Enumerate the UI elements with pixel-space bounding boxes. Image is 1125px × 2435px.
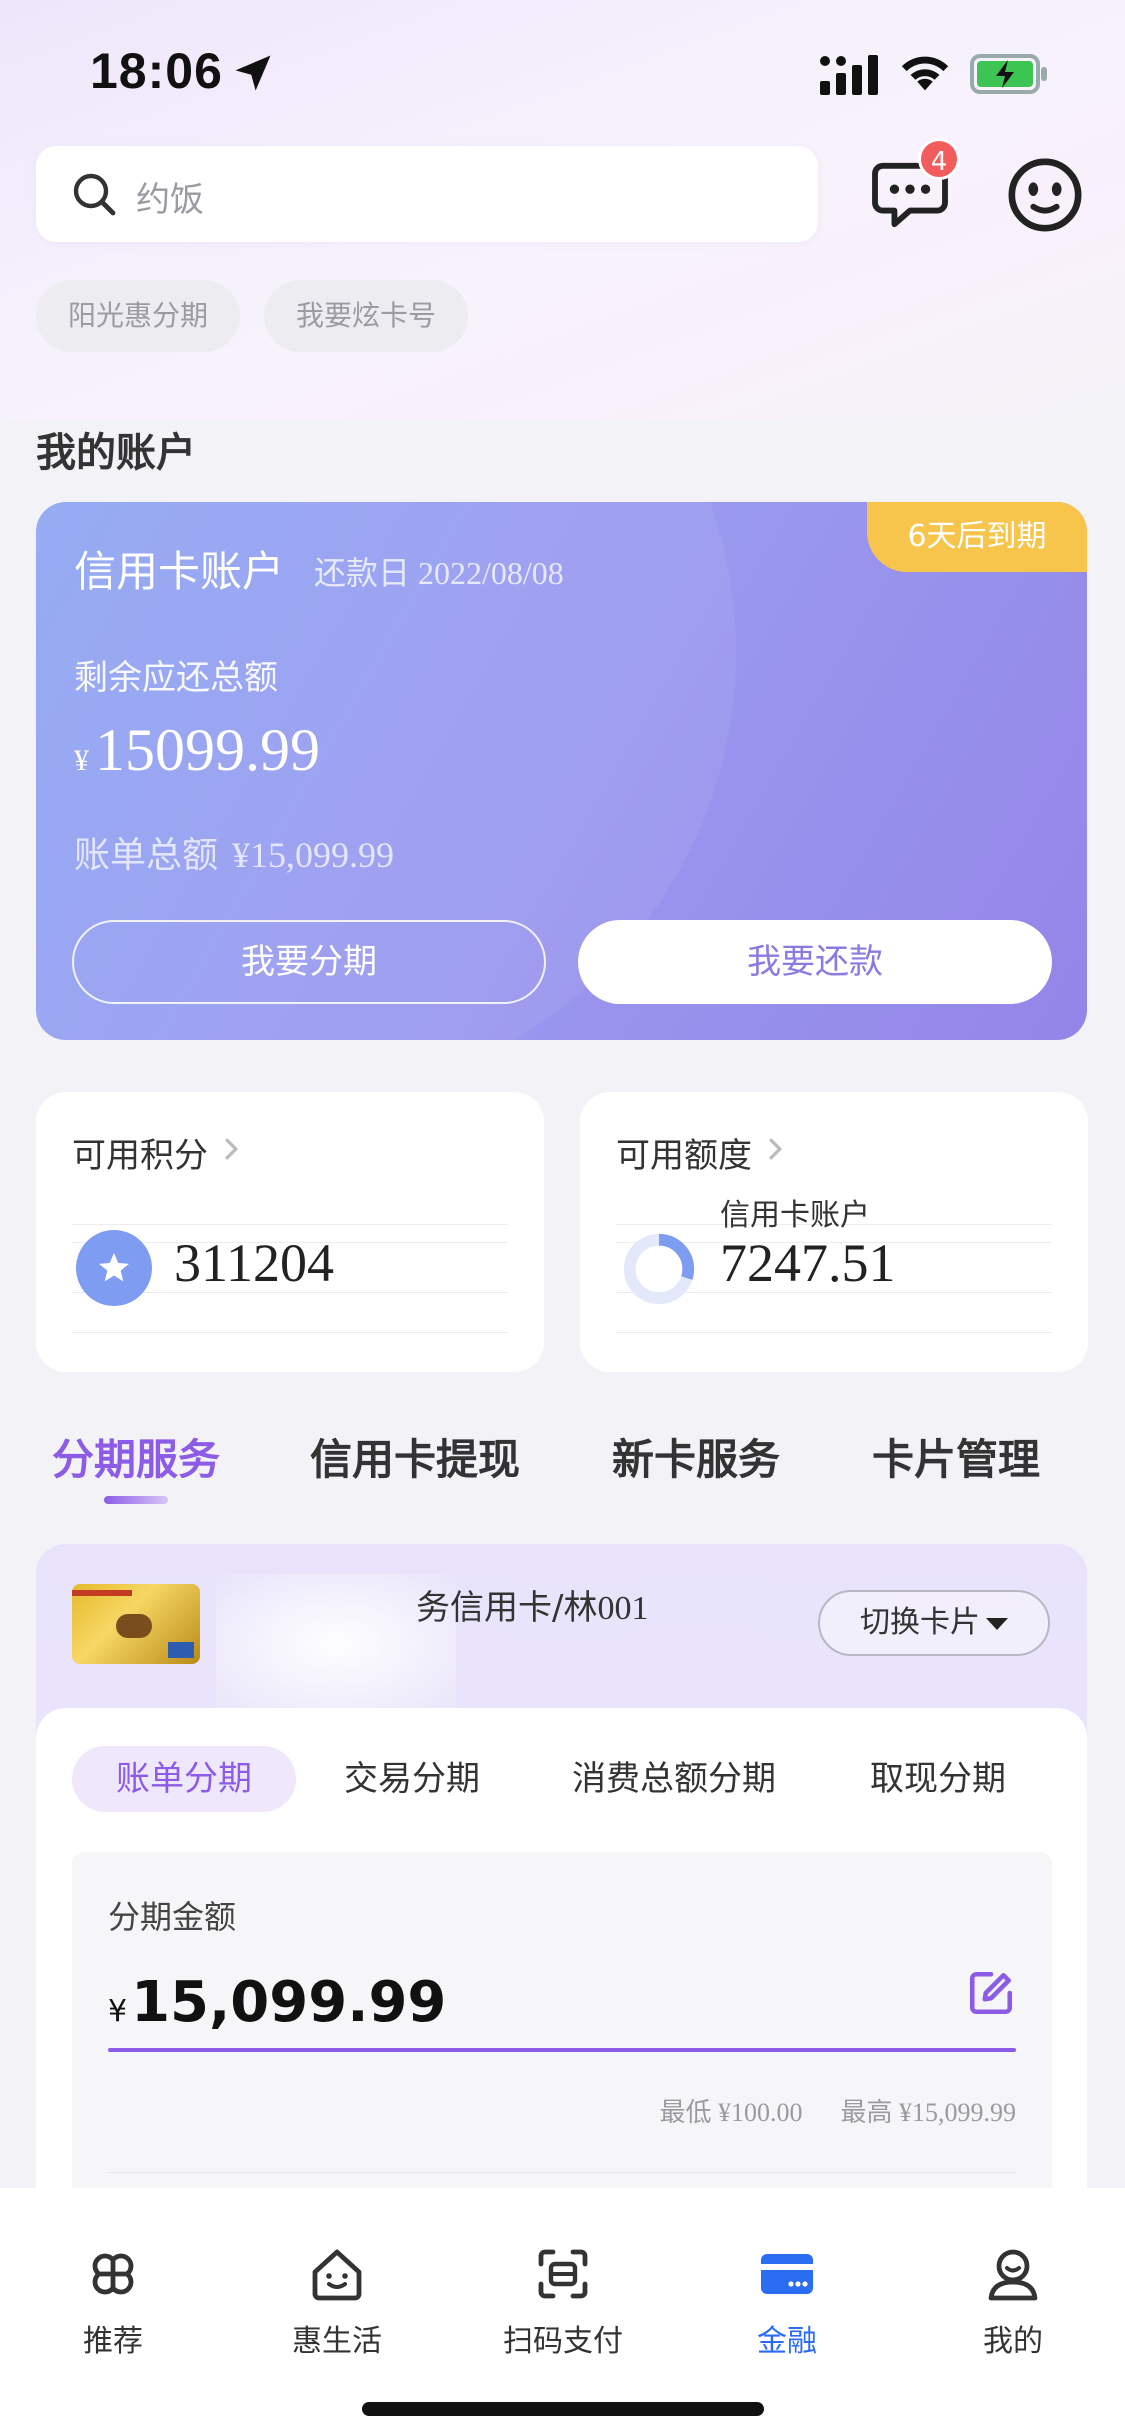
switch-card-button[interactable]: 切换卡片 — [818, 1590, 1050, 1656]
chevron-right-icon — [224, 1138, 239, 1160]
installment-amount-input[interactable]: ¥15,099.99 — [108, 1970, 446, 2035]
bill-total-value: ¥15,099.99 — [232, 835, 395, 875]
limit-title: 可用额度 — [616, 1136, 752, 1176]
nav-label: 扫码支付 — [503, 2324, 623, 2359]
amount-limits: 最低 ¥100.00 最高 ¥15,099.99 — [621, 2092, 1016, 2129]
points-title: 可用积分 — [72, 1136, 208, 1176]
status-bar: 18:06 — [0, 0, 1125, 150]
scan-icon — [538, 2249, 588, 2299]
nav-item-scan-pay[interactable]: 扫码支付 — [488, 2242, 638, 2360]
user-icon — [988, 2249, 1038, 2301]
remaining-amount: ¥15099.99 — [74, 716, 320, 785]
tag-sunshine-installment[interactable]: 阳光惠分期 — [36, 280, 240, 352]
tab-indicator — [104, 1496, 168, 1504]
subtab-total-spend-installment[interactable]: 消费总额分期 — [572, 1746, 776, 1812]
nav-label: 我的 — [983, 2324, 1043, 2359]
card-name-suffix: 林001 — [563, 1590, 649, 1627]
divider — [72, 1224, 508, 1225]
grid-icon — [92, 2253, 134, 2295]
card-icon — [761, 2254, 813, 2294]
repay-button[interactable]: 我要还款 — [578, 920, 1052, 1004]
nav-item-recommend[interactable]: 推荐 — [38, 2242, 188, 2360]
card-name-prefix: 务信用卡/ — [416, 1588, 564, 1628]
house-icon — [312, 2249, 362, 2301]
available-limit-card[interactable]: 可用额度 信用卡账户 7247.51 — [580, 1092, 1088, 1372]
points-card[interactable]: 可用积分 311204 — [36, 1092, 544, 1372]
due-date-label: 还款日 — [314, 554, 411, 592]
nav-label: 推荐 — [83, 2324, 143, 2359]
star-icon — [76, 1230, 152, 1306]
tag-show-card-number[interactable]: 我要炫卡号 — [264, 280, 468, 352]
edit-icon[interactable] — [966, 1968, 1016, 2018]
nav-item-life[interactable]: 惠生活 — [262, 2242, 412, 2360]
tab-card-management[interactable]: 卡片管理 — [872, 1426, 1040, 1487]
nav-item-mine[interactable]: 我的 — [938, 2242, 1088, 2360]
cellular-signal-icon — [820, 55, 878, 95]
tab-card-cash-withdrawal[interactable]: 信用卡提现 — [310, 1426, 520, 1487]
due-badge: 6天后到期 — [867, 502, 1087, 572]
nav-item-finance[interactable]: 金融 — [712, 2242, 862, 2360]
chevron-right-icon — [768, 1138, 783, 1160]
currency-symbol: ¥ — [74, 744, 89, 777]
due-date-value: 2022/08/08 — [418, 555, 564, 591]
selected-card-name: 务信用卡/林001 — [416, 1580, 648, 1629]
bill-total-label: 账单总额 — [74, 835, 219, 876]
message-badge: 4 — [918, 138, 960, 180]
divider — [72, 1332, 508, 1333]
tab-new-card-service[interactable]: 新卡服务 — [612, 1426, 780, 1487]
caret-down-icon — [986, 1618, 1008, 1630]
max-amount: 最高 ¥15,099.99 — [840, 2098, 1016, 2127]
min-amount: 最低 ¥100.00 — [659, 2098, 803, 2127]
bank-card-image — [72, 1584, 200, 1664]
amount-label: 分期金额 — [108, 1898, 237, 1936]
bottom-nav: 推荐 惠生活 扫码支付 金融 我的 — [0, 2188, 1125, 2435]
remaining-label: 剩余应还总额 — [74, 658, 278, 698]
subtab-transaction-installment[interactable]: 交易分期 — [344, 1746, 480, 1812]
credit-card-account-panel: 6天后到期 信用卡账户 还款日 2022/08/08 剩余应还总额 ¥15099… — [36, 502, 1087, 1040]
tab-installment-service[interactable]: 分期服务 — [52, 1426, 220, 1487]
currency-symbol: ¥ — [108, 1994, 128, 2029]
limit-ring-icon — [623, 1233, 695, 1305]
robot-assistant-icon[interactable] — [1006, 156, 1084, 234]
remaining-amount-value: 15099.99 — [95, 717, 320, 783]
subtab-cash-installment[interactable]: 取现分期 — [870, 1746, 1006, 1812]
switch-card-label: 切换卡片 — [860, 1605, 980, 1640]
battery-icon — [970, 54, 1047, 94]
search-placeholder: 约饭 — [136, 180, 204, 220]
amount-value: 15,099.99 — [131, 1970, 447, 2035]
limit-subtitle: 信用卡账户 — [720, 1198, 870, 1233]
limit-value: 7247.51 — [720, 1233, 896, 1293]
bill-total: 账单总额 ¥15,099.99 — [74, 826, 394, 878]
due-date: 还款日 2022/08/08 — [314, 548, 564, 594]
home-indicator — [362, 2402, 764, 2416]
search-icon — [73, 173, 116, 216]
subtab-bill-installment[interactable]: 账单分期 — [72, 1746, 296, 1812]
card-title: 信用卡账户 — [74, 547, 285, 596]
points-value: 311204 — [174, 1233, 334, 1293]
installment-button[interactable]: 我要分期 — [72, 920, 546, 1004]
divider — [108, 2172, 1016, 2173]
section-title-my-account: 我的账户 — [36, 430, 196, 476]
search-input[interactable]: 约饭 — [36, 146, 818, 242]
divider — [616, 1332, 1052, 1333]
amount-underline — [108, 2048, 1016, 2052]
status-time: 18:06 — [90, 43, 223, 99]
nav-label: 惠生活 — [292, 2324, 382, 2359]
location-arrow-icon — [235, 55, 271, 91]
wifi-icon — [901, 56, 949, 91]
nav-label: 金融 — [757, 2324, 817, 2359]
